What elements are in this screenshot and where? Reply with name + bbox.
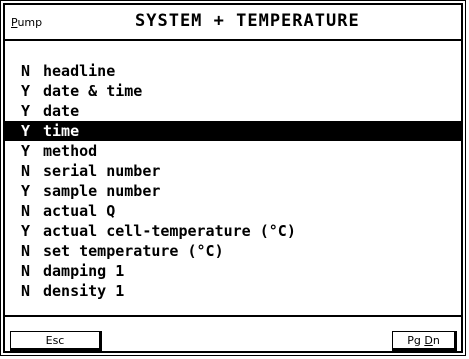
list-item[interactable]: Ydate [5,101,461,121]
page-down-prefix: Pg [407,334,425,347]
device-screen: Pump SYSTEM + TEMPERATURE Nheadline Ydate… [0,0,466,356]
item-label: actual cell-temperature (°C) [43,222,296,240]
item-flag[interactable]: N [21,261,43,281]
list-item[interactable]: Ndensity 1 [5,281,461,301]
page-down-suffix: n [432,334,440,347]
item-flag[interactable]: Y [21,221,43,241]
list-item[interactable]: Nheadline [5,61,461,81]
mode-label-rest: ump [17,16,43,29]
list-item[interactable]: Nset temperature (°C) [5,241,461,261]
list-item[interactable]: Nserial number [5,161,461,181]
item-flag[interactable]: N [21,201,43,221]
item-label: method [43,142,98,160]
page-down-hotkey: D [424,334,433,347]
item-label: actual Q [43,202,116,220]
page-down-button[interactable]: Pg Dn [392,331,457,351]
item-label: damping 1 [43,262,125,280]
item-flag[interactable]: Y [21,141,43,161]
item-label: date [43,102,80,120]
esc-button[interactable]: Esc [10,331,102,351]
mode-label[interactable]: Pump [11,16,42,29]
page-title: SYSTEM + TEMPERATURE [135,11,360,31]
list-item[interactable]: Ytime [5,121,461,141]
item-label: serial number [43,162,161,180]
item-flag[interactable]: Y [21,181,43,201]
item-label: time [43,122,80,140]
item-label: headline [43,62,116,80]
item-label: density 1 [43,282,125,300]
item-flag[interactable]: Y [21,121,43,141]
item-flag[interactable]: N [21,61,43,81]
option-list: Nheadline Ydate & time Ydate Ytime Ymethod Ns… [5,41,461,317]
item-flag[interactable]: Y [21,81,43,101]
screen-frame: Pump SYSTEM + TEMPERATURE Nheadline Ydate… [3,3,463,353]
item-flag[interactable]: N [21,161,43,181]
item-label: sample number [43,182,161,200]
list-item[interactable]: Ysample number [5,181,461,201]
esc-button-label: Esc [45,334,65,347]
list-item[interactable]: Ndamping 1 [5,261,461,281]
item-label: date & time [43,82,143,100]
list-item[interactable]: Nactual Q [5,201,461,221]
list-item[interactable]: Ymethod [5,141,461,161]
item-flag[interactable]: Y [21,101,43,121]
header-bar: Pump SYSTEM + TEMPERATURE [5,5,461,41]
item-flag[interactable]: N [21,281,43,301]
footer-bar: Esc Pg Dn [5,317,461,351]
item-label: set temperature (°C) [43,242,224,260]
list-item[interactable]: Yactual cell-temperature (°C) [5,221,461,241]
list-item[interactable]: Ydate & time [5,81,461,101]
item-flag[interactable]: N [21,241,43,261]
